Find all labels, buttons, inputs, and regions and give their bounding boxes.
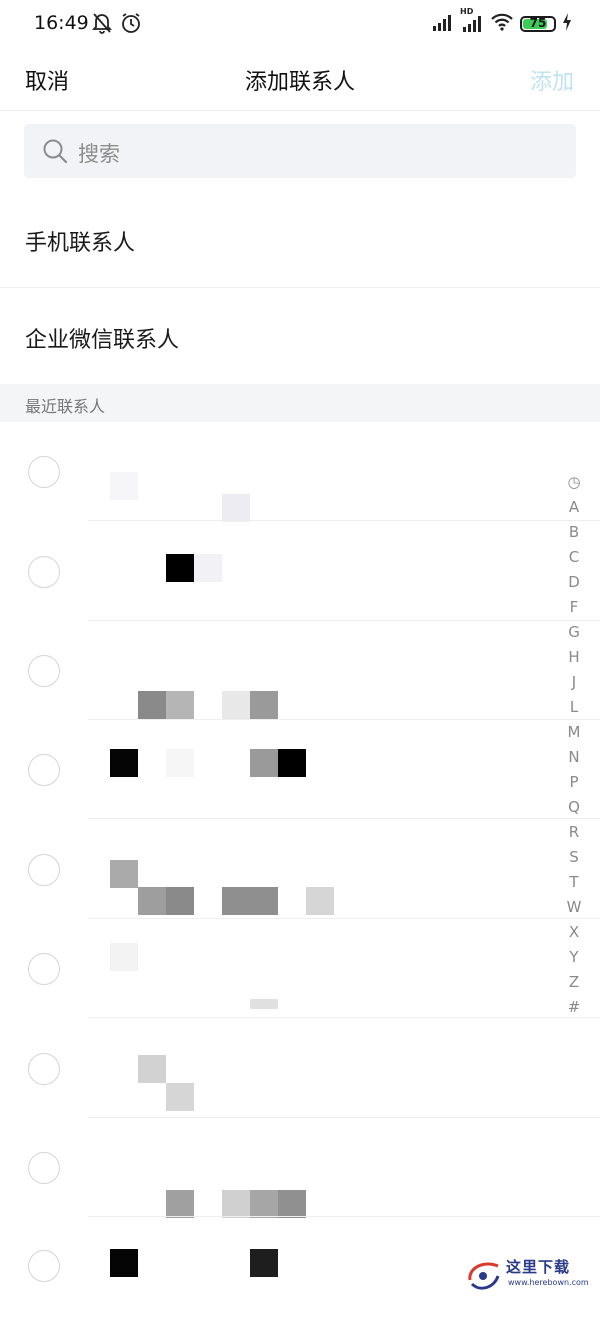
index-letter[interactable]: C	[564, 545, 584, 570]
obscured-name	[278, 749, 306, 777]
index-letter[interactable]: A	[564, 495, 584, 520]
index-letter[interactable]: N	[564, 745, 584, 770]
index-letter[interactable]: R	[564, 820, 584, 845]
recent-contacts-title: 最近联系人	[25, 397, 106, 416]
obscured-name	[250, 1249, 278, 1277]
contact-item[interactable]	[0, 621, 600, 720]
index-letter[interactable]: X	[564, 920, 584, 945]
index-letter[interactable]: Q	[564, 795, 584, 820]
select-radio[interactable]	[28, 754, 60, 786]
obscured-name	[166, 691, 194, 719]
signal-icon	[432, 13, 454, 35]
obscured-name	[138, 691, 166, 719]
obscured-avatar	[110, 1249, 138, 1277]
page-title: 添加联系人	[244, 70, 355, 95]
search-placeholder: 搜索	[78, 142, 120, 166]
select-radio[interactable]	[28, 1152, 60, 1184]
index-letter[interactable]: F	[564, 595, 584, 620]
index-letter[interactable]: P	[564, 770, 584, 795]
wifi-icon	[490, 13, 514, 35]
status-time: 16:49	[34, 12, 89, 34]
obscured-avatar	[110, 943, 138, 971]
index-letter[interactable]: Y	[564, 945, 584, 970]
divider	[88, 520, 600, 521]
contact-item[interactable]	[0, 522, 600, 621]
obscured-name	[194, 554, 222, 582]
obscured-avatar	[138, 1055, 166, 1083]
contact-item[interactable]	[0, 919, 600, 1018]
index-letter[interactable]: G	[564, 620, 584, 645]
charging-icon	[562, 13, 572, 35]
obscured-name	[250, 1190, 278, 1218]
obscured-avatar	[110, 749, 138, 777]
contact-item[interactable]	[0, 820, 600, 919]
index-letter[interactable]: B	[564, 520, 584, 545]
obscured-name	[250, 691, 278, 719]
hd-label: HD	[460, 7, 474, 16]
select-radio[interactable]	[28, 456, 60, 488]
select-radio[interactable]	[28, 1053, 60, 1085]
index-letter[interactable]: ◷	[564, 470, 584, 495]
obscured-avatar	[110, 472, 138, 500]
wecom-contacts-row[interactable]: 企业微信联系人	[0, 288, 600, 384]
obscured-name	[222, 1190, 250, 1218]
add-button[interactable]: 添加	[530, 64, 574, 96]
index-letter[interactable]: L	[564, 695, 584, 720]
obscured-name	[278, 1190, 306, 1218]
obscured-name	[166, 1083, 194, 1111]
bell-off-icon	[91, 12, 113, 38]
obscured-name	[250, 749, 278, 777]
index-letter[interactable]: H	[564, 645, 584, 670]
contact-item[interactable]	[0, 1118, 600, 1218]
divider	[88, 818, 600, 819]
phone-contacts-row[interactable]: 手机联系人	[0, 190, 600, 287]
alarm-icon	[120, 12, 142, 38]
watermark-url: www.herebown.com	[508, 1278, 589, 1287]
select-radio[interactable]	[28, 556, 60, 588]
hd-signal-icon: HD	[460, 7, 484, 36]
contact-item[interactable]	[0, 422, 600, 522]
alphabet-index[interactable]: ◷ A B C D F G H J L M N P Q R S T W X Y Z #	[564, 470, 584, 1020]
index-letter[interactable]: S	[564, 845, 584, 870]
index-letter[interactable]: J	[564, 670, 584, 695]
status-bar: 16:49 HD 75	[0, 0, 600, 50]
search-input[interactable]: 搜索	[24, 124, 576, 178]
index-letter[interactable]: #	[564, 995, 584, 1020]
select-radio[interactable]	[28, 655, 60, 687]
index-letter[interactable]: M	[564, 720, 584, 745]
obscured-name	[306, 887, 334, 915]
obscured-name	[222, 494, 250, 522]
index-letter[interactable]: D	[564, 570, 584, 595]
obscured-name	[166, 887, 194, 915]
obscured-name	[222, 887, 278, 915]
battery-icon: 75	[520, 16, 556, 32]
contact-item[interactable]	[0, 720, 600, 819]
status-right: HD 75	[432, 7, 572, 36]
battery-level: 75	[529, 16, 547, 30]
divider	[88, 1017, 600, 1018]
index-letter[interactable]: Z	[564, 970, 584, 995]
obscured-name	[222, 691, 250, 719]
select-radio[interactable]	[28, 1250, 60, 1282]
watermark-text: 这里下载	[506, 1258, 571, 1276]
index-letter[interactable]: T	[564, 870, 584, 895]
select-radio[interactable]	[28, 854, 60, 886]
nav-bar: 取消 添加联系人 添加	[0, 50, 600, 111]
obscured-name	[138, 887, 166, 915]
obscured-name	[166, 1190, 194, 1218]
watermark-swirl-icon	[468, 1262, 500, 1290]
index-letter[interactable]: W	[564, 895, 584, 920]
search-icon	[42, 138, 68, 168]
obscured-avatar	[110, 860, 138, 888]
obscured-avatar	[166, 554, 194, 582]
obscured-name	[166, 749, 194, 777]
recent-contacts-header: 最近联系人	[0, 384, 600, 422]
obscured-name	[250, 999, 278, 1009]
contact-item[interactable]	[0, 1019, 600, 1118]
select-radio[interactable]	[28, 953, 60, 985]
divider	[88, 1216, 600, 1217]
watermark-logo: 这里下载 www.herebown.com	[464, 1254, 594, 1294]
wecom-contacts-label: 企业微信联系人	[25, 328, 180, 353]
phone-contacts-label: 手机联系人	[25, 231, 136, 256]
